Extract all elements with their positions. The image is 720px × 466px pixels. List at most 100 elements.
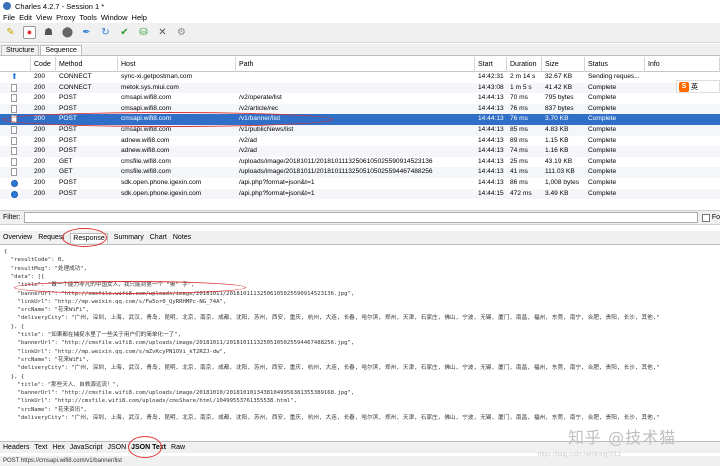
document-icon: [11, 168, 17, 177]
cell-size: 4.83 KB: [545, 126, 569, 133]
json-line: {: [4, 249, 8, 255]
tab-json[interactable]: JSON: [107, 444, 126, 451]
toolbar: ✎ ● ☗ ⬤ ✒ ↻ ✔ ⛁ ✕ ⚙: [0, 23, 720, 43]
record-icon[interactable]: ●: [23, 26, 36, 39]
tab-structure[interactable]: Structure: [1, 45, 40, 55]
document-icon: [11, 147, 17, 156]
cell-start: 14:44:13: [478, 136, 504, 144]
cell-path: /api.php?format=json&t=1: [239, 179, 315, 186]
tab-javascript[interactable]: JavaScript: [70, 444, 103, 451]
tab-json-text[interactable]: JSON Text: [131, 444, 166, 451]
cell-size: 1.15 KB: [545, 136, 569, 144]
refresh-icon[interactable]: ↻: [99, 26, 112, 39]
table-row[interactable]: 200 POST cmsapi.wifi8.com/v1/publicNews/li…: [0, 125, 720, 136]
cell-duration: 41 ms: [510, 168, 528, 176]
cell-start: 14:44:13: [478, 157, 504, 165]
menu-proxy[interactable]: Proxy: [56, 13, 75, 22]
charles-app-icon: [3, 2, 11, 10]
tab-chart[interactable]: Chart: [150, 234, 167, 241]
menu-edit[interactable]: Edit: [19, 13, 32, 22]
cell-status: Complete: [588, 136, 617, 144]
json-line: "title": "做一个能力非凡的中国女人，我只能到第一个 “奥” 字",: [4, 282, 195, 289]
cell-status: Complete: [588, 126, 617, 133]
cell-host: sync-xi.getpostman.com: [121, 73, 193, 80]
tab-headers[interactable]: Headers: [3, 444, 29, 451]
cell-host: cmsapi.wifi8.com: [121, 104, 172, 112]
cell-start: 14:44:13: [478, 115, 504, 123]
column-header-start[interactable]: Start: [475, 57, 507, 72]
tab-notes[interactable]: Notes: [173, 234, 191, 241]
watermark: 知乎 @技术猫: [568, 428, 677, 447]
table-row[interactable]: 200 POST sdk.open.phone.igexin.com/api.php…: [0, 178, 720, 189]
column-header-status[interactable]: Status: [585, 57, 645, 72]
table-row[interactable]: 200 POST adnew.wifi8.com/v2/ad 14:44:13 74 m…: [0, 146, 720, 157]
cell-code: 200: [34, 73, 46, 80]
table-row[interactable]: 200 POST cmsapi.wifi8.com/v2/operate/list 1…: [0, 93, 720, 104]
json-line: "data": [{: [4, 273, 45, 280]
menu-window[interactable]: Window: [101, 13, 128, 22]
cell-path: /v1/publicNews/list: [239, 126, 294, 133]
json-line: "bannerUrl": "http://cmsfile.wifi8.com/u…: [4, 340, 355, 347]
menu-file[interactable]: File: [3, 13, 15, 22]
document-icon: [11, 115, 17, 124]
menu-help[interactable]: Help: [132, 13, 147, 22]
tab-hex[interactable]: Hex: [52, 444, 64, 451]
table-row[interactable]: 200 GET cmsfile.wifi8.com/uploads/image/20…: [0, 157, 720, 168]
menu-tools[interactable]: Tools: [79, 13, 97, 22]
json-line: "linkUrl": "http://cmsfile.wifi8.com/upl…: [4, 398, 297, 405]
table-row[interactable]: 200 POST cmsapi.wifi8.com/v1/banner/list 14…: [0, 114, 720, 125]
tab-text[interactable]: Text: [34, 444, 47, 451]
column-header-path[interactable]: Path: [236, 57, 475, 72]
basket-icon[interactable]: ⛁: [137, 26, 150, 39]
cell-size: 41.42 KB: [545, 83, 573, 91]
cell-code: 200: [34, 83, 46, 91]
cell-start: 14:44:13: [478, 126, 504, 133]
filter-option-label: Fo: [711, 214, 720, 221]
cell-start: 14:44:13: [478, 94, 504, 102]
check-icon[interactable]: ✔: [118, 26, 131, 39]
tab-overview[interactable]: Overview: [3, 234, 32, 241]
filter-input[interactable]: [23, 212, 698, 223]
tab-request[interactable]: Request: [38, 234, 64, 241]
table-row[interactable]: 200 POST adnew.wifi8.com/v2/ad 14:44:13 89 m…: [0, 136, 720, 147]
cell-code: 200: [34, 157, 46, 165]
menu-view[interactable]: View: [36, 13, 52, 22]
tab-raw[interactable]: Raw: [171, 444, 185, 451]
column-header-method[interactable]: Method: [56, 57, 118, 72]
turtle-icon[interactable]: ☗: [42, 26, 55, 39]
gear-icon[interactable]: ⚙: [175, 26, 188, 39]
column-header-code[interactable]: Code: [31, 57, 56, 72]
column-header-info[interactable]: Info: [645, 57, 720, 72]
cell-code: 200: [34, 136, 46, 144]
column-header-host[interactable]: Host: [118, 57, 236, 72]
table-row[interactable]: ⬆ 200 CONNECT sync-xi.getpostman.com 14:42:3…: [0, 72, 720, 83]
table-row[interactable]: 200 POST cmsapi.wifi8.com/v2/article/rec 14…: [0, 103, 720, 115]
column-header-size[interactable]: Size: [542, 57, 585, 72]
cell-code: 200: [34, 179, 46, 186]
broom-icon[interactable]: ✎: [4, 26, 17, 39]
column-header-duration[interactable]: Duration: [507, 57, 542, 72]
tab-sequence[interactable]: Sequence: [40, 45, 82, 55]
json-line: "srcName": "花来WiFi",: [4, 307, 90, 314]
tools-icon[interactable]: ✕: [156, 26, 169, 39]
cell-host: adnew.wifi8.com: [121, 147, 170, 155]
json-line: "deliveryCity": "广州, 深圳, 上海, 武汉, 青岛, 昆明,…: [4, 315, 660, 322]
filter-option-checkbox[interactable]: [701, 213, 710, 222]
table-row[interactable]: 200 CONNECT metok.sys.miui.com 14:43:08 1 m …: [0, 82, 720, 94]
cell-host: cmsapi.wifi8.com: [121, 126, 172, 133]
ime-indicator[interactable]: S 英: [676, 80, 720, 93]
charles-window: Charles 4.2.7 - Session 1 * File Edit View…: [0, 0, 720, 466]
tab-summary[interactable]: Summary: [114, 234, 144, 241]
sequence-table: Code Method Host Path Start Duration Size Statu…: [0, 57, 720, 215]
window-title: Charles 4.2.7 - Session 1 *: [15, 1, 105, 11]
column-header-icon[interactable]: [0, 57, 31, 72]
table-row[interactable]: 200 POST sdk.open.phone.igexin.com/api.php…: [0, 188, 720, 200]
cell-duration: 89 ms: [510, 136, 528, 144]
cell-size: 1,008 bytes: [545, 179, 580, 186]
table-row[interactable]: 200 GET cmsfile.wifi8.com/uploads/image/20…: [0, 167, 720, 178]
pen-icon[interactable]: ✒: [80, 26, 93, 39]
upload-arrow-icon: ⬆: [11, 72, 18, 81]
tab-response[interactable]: Response: [70, 232, 108, 243]
stop-icon[interactable]: ⬤: [61, 26, 74, 39]
cell-duration: 86 ms: [510, 179, 528, 186]
